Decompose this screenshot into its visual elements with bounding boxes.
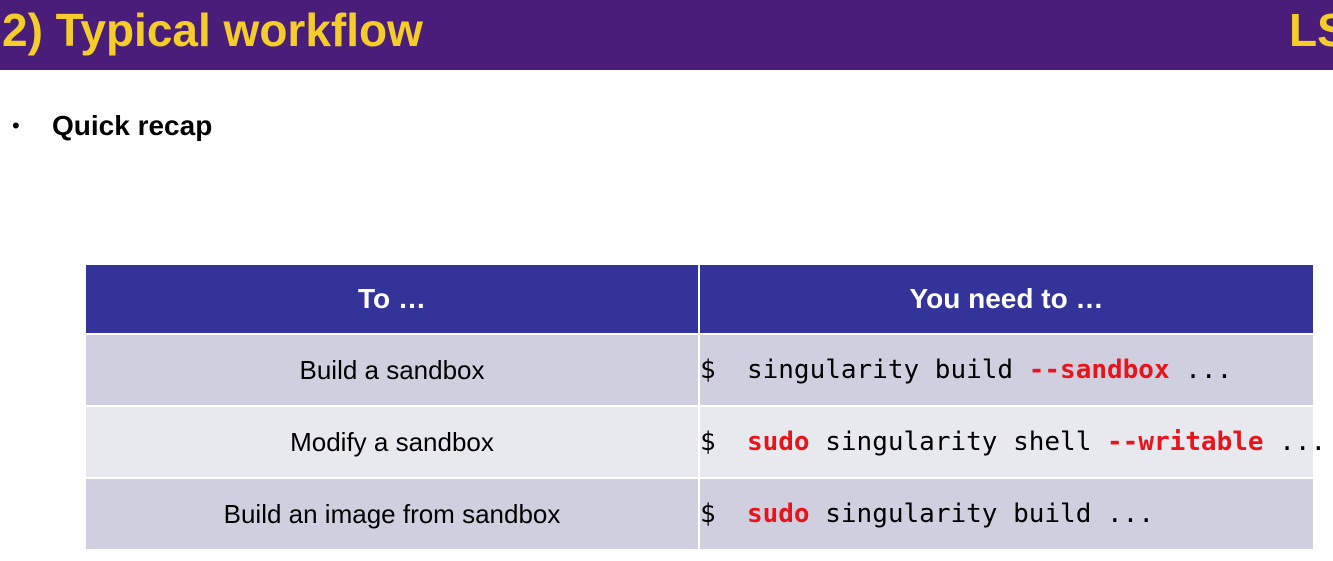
table-row: Build a sandbox $ singularity build --sa… — [86, 333, 1313, 406]
command-flag: sudo — [746, 427, 810, 457]
column-header-command: You need to … — [699, 265, 1313, 334]
bullet-text: Quick recap — [52, 110, 213, 141]
command-text: $ singularity build — [700, 355, 1029, 385]
command-text: $ — [700, 499, 747, 529]
slide-header: 2) Typical workflow LS — [0, 0, 1333, 70]
task-cell: Build a sandbox — [86, 333, 700, 406]
task-cell: Modify a sandbox — [86, 405, 700, 478]
workflow-table: To … You need to … Build a sandbox $ sin… — [86, 265, 1326, 549]
bullet-item: • Quick recap — [12, 108, 212, 144]
slide-title: 2) Typical workflow — [2, 4, 423, 56]
command-flag: sudo — [746, 499, 810, 529]
bullet-icon: • — [12, 113, 20, 138]
task-cell: Build an image from sandbox — [86, 477, 700, 549]
logo: LS — [1289, 4, 1333, 56]
command-cell: $ sudo singularity build ... — [699, 477, 1313, 549]
command-text: $ — [700, 427, 747, 457]
command-cell: $ singularity build --sandbox ... — [699, 333, 1313, 406]
command-text: singularity shell — [809, 427, 1108, 457]
table-header-row: To … You need to … — [86, 265, 1313, 334]
command-cell: $ sudo singularity shell --writable ... — [699, 405, 1326, 478]
command-flag: --sandbox — [1028, 355, 1170, 385]
column-header-task: To … — [86, 265, 700, 334]
command-text: singularity build ... — [809, 499, 1154, 529]
table-row: Build an image from sandbox $ sudo singu… — [86, 477, 1313, 549]
table-row: Modify a sandbox $ sudo singularity shel… — [86, 405, 1326, 478]
command-text: ... — [1169, 355, 1233, 385]
command-flag: --writable — [1107, 427, 1264, 457]
command-text: ... — [1263, 427, 1327, 457]
